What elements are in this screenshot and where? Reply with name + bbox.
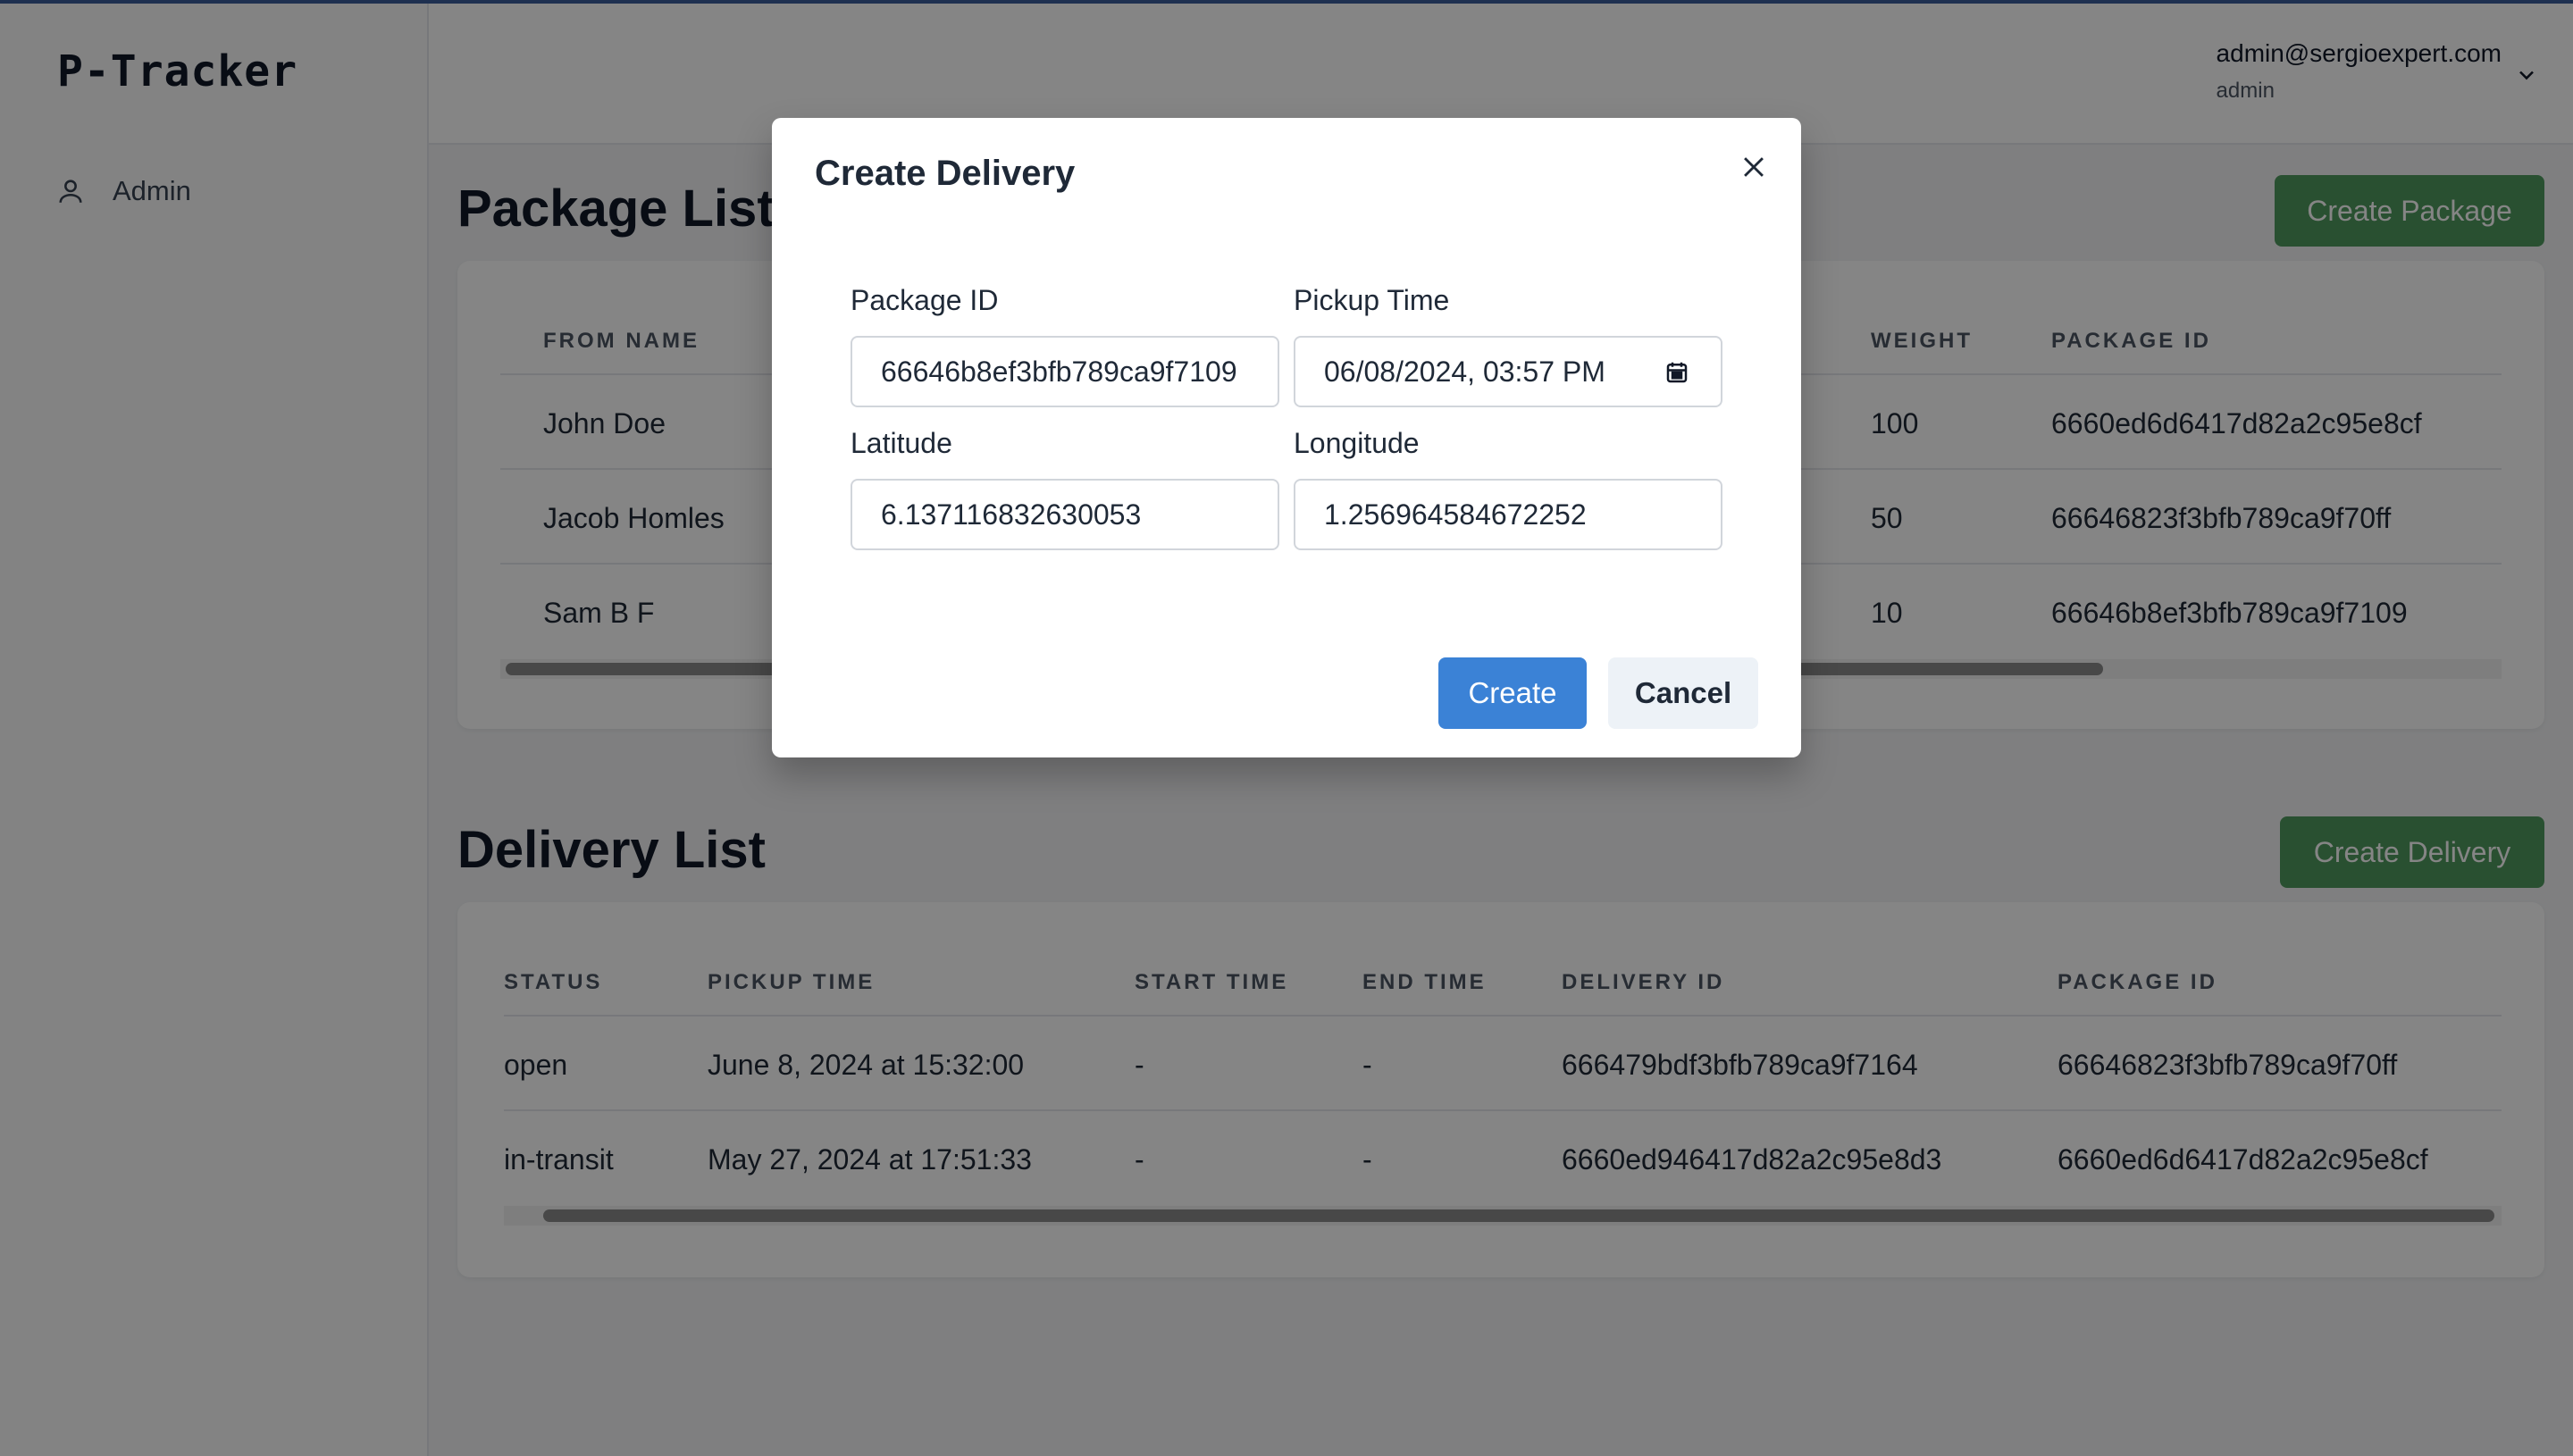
close-button[interactable] <box>1730 143 1778 191</box>
calendar-icon[interactable] <box>1664 359 1690 386</box>
longitude-input[interactable]: 1.256964584672252 <box>1294 479 1722 550</box>
create-button[interactable]: Create <box>1438 657 1587 729</box>
pickup-time-input[interactable]: 06/08/2024, 03:57 PM <box>1294 336 1722 407</box>
package-id-label: Package ID <box>851 284 999 316</box>
package-id-input[interactable]: 66646b8ef3bfb789ca9f7109 <box>851 336 1279 407</box>
create-delivery-modal: Create Delivery Package ID 66646b8ef3bfb… <box>772 118 1801 757</box>
close-icon <box>1744 157 1764 177</box>
latitude-label: Latitude <box>851 427 952 459</box>
modal-title: Create Delivery <box>815 154 1076 193</box>
pickup-time-value: 06/08/2024, 03:57 PM <box>1324 355 1605 388</box>
longitude-label: Longitude <box>1294 427 1420 459</box>
pickup-time-label: Pickup Time <box>1294 284 1450 316</box>
latitude-input[interactable]: 6.137116832630053 <box>851 479 1279 550</box>
cancel-button[interactable]: Cancel <box>1608 657 1758 729</box>
